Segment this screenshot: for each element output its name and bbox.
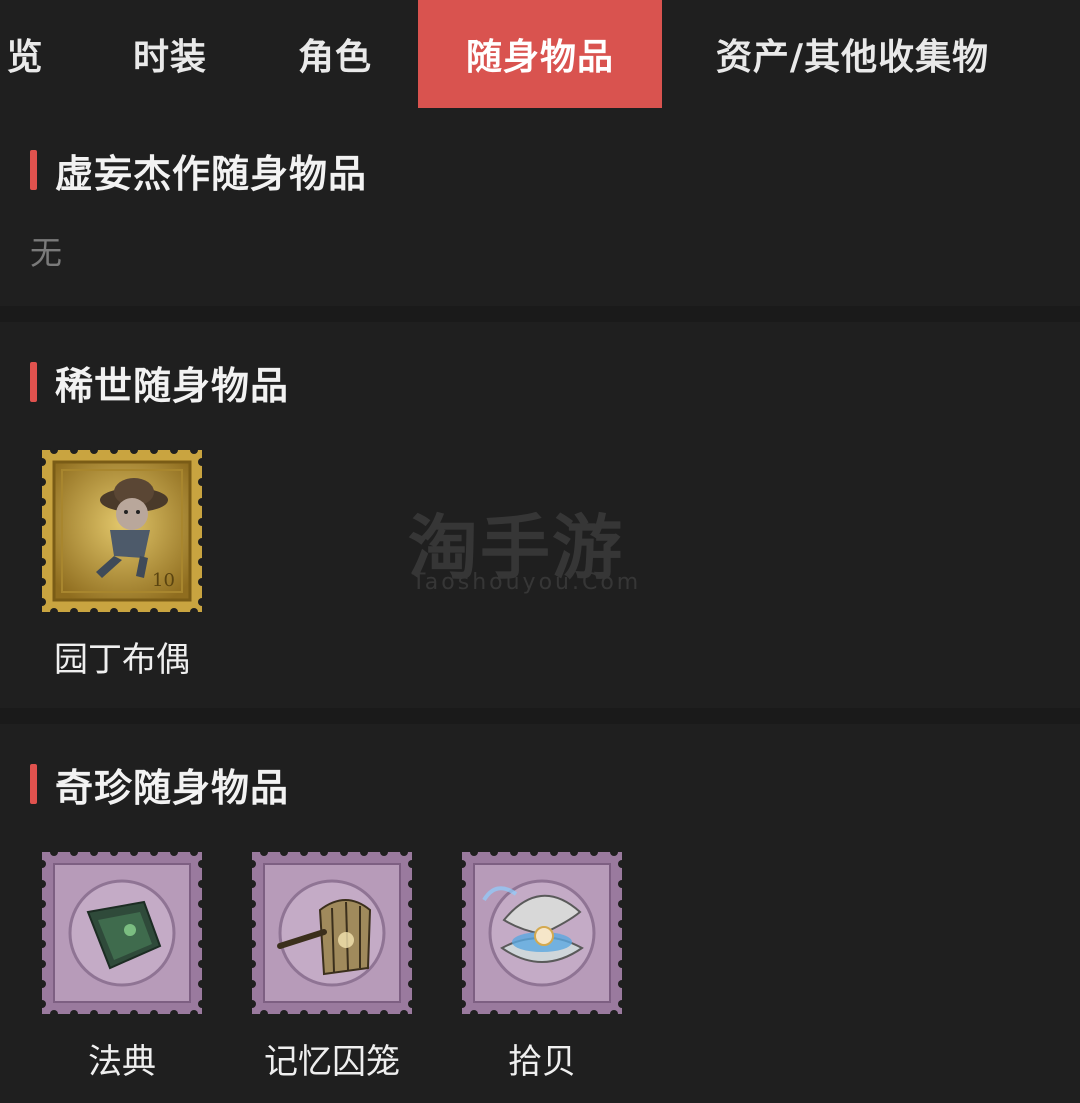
section-title-text: 奇珍随身物品 <box>55 765 290 810</box>
tab-accessories[interactable]: 随身物品 <box>418 0 662 108</box>
empty-text: 无 <box>30 234 63 272</box>
section-title: 虚妄杰作随身物品 <box>30 148 367 196</box>
section-title-text: 稀世随身物品 <box>55 363 290 408</box>
codex-book-icon <box>40 850 204 1016</box>
memory-cage-bell-icon <box>250 850 414 1016</box>
accessory-name: 记忆囚笼 <box>264 1042 400 1082</box>
section-curio-accessories: 奇珍随身物品 法典 记忆囚笼 拾贝 <box>0 724 1080 1103</box>
accessory-name: 园丁布偶 <box>54 640 190 680</box>
section-accent-bar <box>30 764 37 804</box>
accessory-name: 法典 <box>88 1042 156 1082</box>
accessory-item[interactable]: 拾贝 <box>460 850 624 1090</box>
pearl-shell-icon <box>460 850 624 1016</box>
section-title: 奇珍随身物品 <box>30 762 289 810</box>
section-title: 稀世随身物品 <box>30 360 289 408</box>
section-accent-bar <box>30 150 37 190</box>
section-accent-bar <box>30 362 37 402</box>
accessory-item[interactable]: 记忆囚笼 <box>250 850 414 1090</box>
tab-overview[interactable]: 览 <box>0 0 60 108</box>
tab-assets-collectibles[interactable]: 资产/其他收集物 <box>690 0 1015 108</box>
category-tab-bar: 览 时装 角色 随身物品 资产/其他收集物 <box>0 0 1080 108</box>
accessory-name: 拾贝 <box>508 1042 576 1082</box>
section-rare-accessories: 稀世随身物品 10 园丁布偶 <box>0 322 1080 708</box>
svg-text:10: 10 <box>152 570 175 591</box>
tab-characters[interactable]: 角色 <box>260 0 410 108</box>
accessory-item[interactable]: 法典 <box>40 850 204 1090</box>
section-masterpiece-accessories: 虚妄杰作随身物品 无 <box>0 108 1080 306</box>
tab-fashion[interactable]: 时装 <box>95 0 245 108</box>
section-title-text: 虚妄杰作随身物品 <box>55 151 368 196</box>
accessory-item[interactable]: 10 园丁布偶 <box>40 448 204 688</box>
gardener-doll-icon: 10 <box>40 448 204 614</box>
